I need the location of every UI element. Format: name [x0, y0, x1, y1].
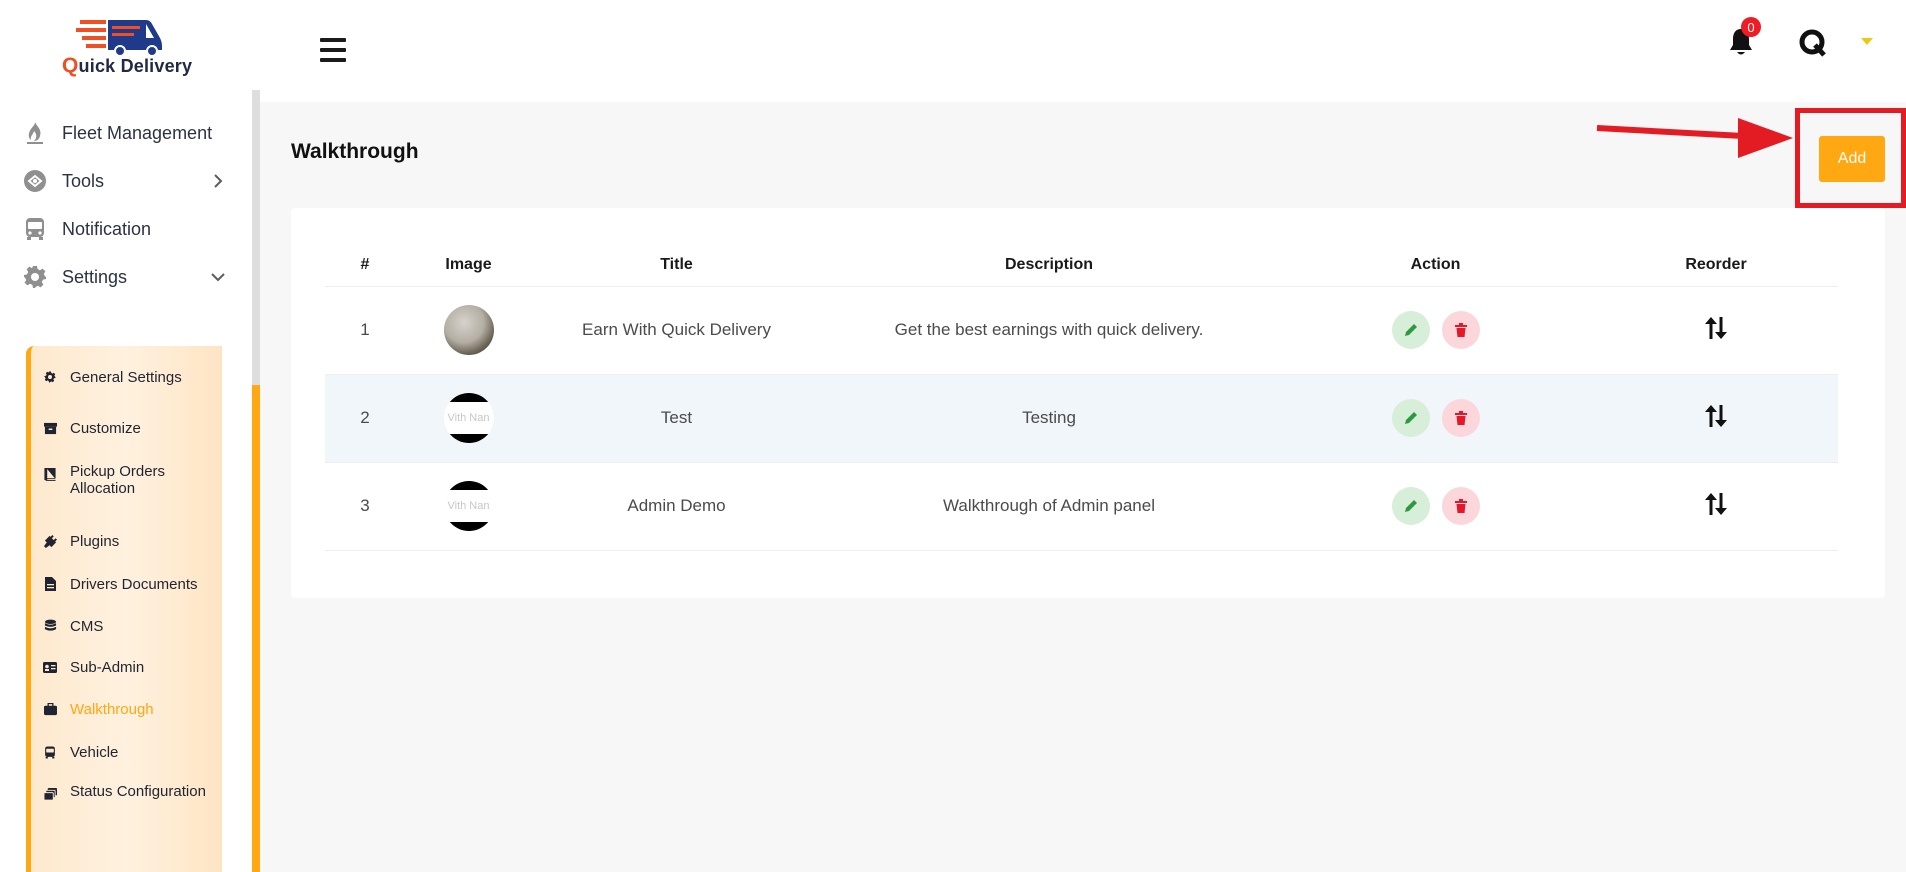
chevron-down-icon[interactable] [206, 265, 230, 289]
sidebar-item-label: General Settings [70, 368, 182, 386]
edit-button[interactable] [1391, 311, 1430, 349]
table-row: 1 Earn With Quick Delivery Get the best … [325, 286, 1838, 375]
edit-button[interactable] [1391, 399, 1430, 437]
page-title: Walkthrough [291, 140, 419, 163]
walkthrough-table-card: # Image Title Description Action Reorder… [291, 208, 1885, 598]
id-card-icon [41, 658, 59, 676]
sidebar-item-pickup-orders-allocation[interactable]: Pickup Orders Allocation [31, 463, 221, 499]
delete-button[interactable] [1441, 311, 1480, 349]
sidebar-item-sub-admin[interactable]: Sub-Admin [31, 654, 221, 680]
annotation-arrow-icon [1596, 118, 1793, 158]
sidebar-item-general-settings[interactable]: General Settings [31, 364, 221, 390]
column-header-number: # [325, 244, 405, 287]
sidebar-item-label: Walkthrough [70, 700, 154, 718]
gear-icon [41, 368, 59, 386]
user-avatar-icon[interactable] [1798, 28, 1828, 58]
table-header-row: # Image Title Description Action Reorder [325, 244, 1838, 287]
pencil-icon [1404, 412, 1417, 424]
table-row: 2 Vith Nan Test Testing [325, 374, 1838, 463]
top-header: 0 [260, 0, 1906, 102]
row-description: Testing [821, 374, 1277, 463]
delivery-truck-icon [76, 20, 162, 56]
sidebar-item-label: Pickup Orders Allocation [70, 463, 166, 497]
sidebar-item-walkthrough[interactable]: Walkthrough [31, 696, 221, 722]
chevron-right-icon[interactable] [206, 169, 230, 193]
reorder-icon[interactable] [1701, 401, 1731, 431]
sidebar-item-status-configuration[interactable]: Status Configuration [31, 783, 221, 819]
notification-count-badge: 0 [1741, 17, 1761, 37]
pencil-icon [1404, 500, 1417, 512]
row-number: 1 [325, 286, 405, 375]
sidebar-item-label: Vehicle [70, 743, 119, 761]
walkthrough-image: Vith Nan [443, 393, 494, 443]
sidebar-item-notification[interactable]: Notification [0, 206, 248, 252]
user-menu-caret-icon[interactable] [1861, 38, 1873, 45]
sidebar-item-label: Status Configuration [70, 783, 206, 800]
sidebar-item-fleet-management[interactable]: Fleet Management [0, 110, 248, 156]
archive-icon [41, 419, 59, 437]
brand-name: Quick Delivery [62, 54, 193, 77]
sidebar-item-label: Fleet Management [62, 122, 213, 143]
tools-icon [22, 168, 48, 194]
menu-toggle-icon[interactable] [320, 38, 346, 62]
sidebar-item-vehicle[interactable]: Vehicle [31, 739, 221, 765]
column-header-reorder: Reorder [1594, 244, 1838, 287]
table-row: 3 Vith Nan Admin Demo Walkthrough of Adm… [325, 462, 1838, 551]
sidebar-item-drivers-documents[interactable]: Drivers Documents [31, 571, 221, 597]
gear-icon [22, 264, 48, 290]
reorder-icon[interactable] [1701, 313, 1731, 343]
settings-submenu: General Settings Customize Pickup Orders… [26, 346, 222, 872]
bus-icon [41, 743, 59, 761]
row-number: 3 [325, 462, 405, 551]
delete-button[interactable] [1441, 399, 1480, 437]
sidebar-item-label: Settings [62, 266, 128, 287]
trash-icon [1454, 323, 1467, 337]
walkthrough-image [443, 305, 494, 355]
sidebar: Quick Delivery Fleet Management Tools No… [0, 0, 260, 872]
row-number: 2 [325, 374, 405, 463]
column-header-action: Action [1277, 244, 1594, 287]
sidebar-item-settings[interactable]: Settings [0, 254, 248, 300]
sidebar-item-label: Drivers Documents [70, 575, 198, 593]
sidebar-item-label: Tools [62, 170, 105, 191]
row-title: Admin Demo [532, 462, 821, 551]
column-header-image: Image [405, 244, 532, 287]
sidebar-item-label: Sub-Admin [70, 658, 145, 676]
sidebar-item-label: Plugins [70, 532, 120, 550]
plug-icon [41, 532, 59, 550]
main-content: Walkthrough Add # Image Title Descriptio… [260, 102, 1906, 872]
row-description: Walkthrough of Admin panel [821, 462, 1277, 551]
briefcase-icon [41, 700, 59, 718]
sidebar-item-cms[interactable]: CMS [31, 613, 221, 639]
sidebar-item-label: Notification [62, 218, 152, 239]
trash-icon [1454, 499, 1467, 513]
layers-icon [41, 785, 59, 803]
brand-logo[interactable]: Quick Delivery [62, 16, 193, 77]
trash-icon [1454, 411, 1467, 425]
reorder-icon[interactable] [1701, 489, 1731, 519]
row-title: Earn With Quick Delivery [532, 286, 821, 375]
walkthrough-image: Vith Nan [443, 481, 494, 531]
sidebar-item-label: Customize [70, 419, 141, 437]
walkthrough-table: # Image Title Description Action Reorder… [325, 244, 1838, 551]
flame-icon [22, 120, 48, 146]
pencil-icon [1404, 324, 1417, 336]
add-button[interactable]: Add [1819, 136, 1885, 182]
book-icon [41, 465, 59, 483]
sidebar-item-customize[interactable]: Customize [31, 415, 221, 441]
row-description: Get the best earnings with quick deliver… [821, 286, 1277, 375]
sidebar-scrollbar-thumb[interactable] [252, 385, 260, 872]
column-header-description: Description [821, 244, 1277, 287]
sidebar-item-tools[interactable]: Tools [0, 158, 248, 204]
file-icon [41, 575, 59, 593]
edit-button[interactable] [1391, 487, 1430, 525]
bus-icon [22, 216, 48, 242]
database-icon [41, 617, 59, 635]
sidebar-item-plugins[interactable]: Plugins [31, 528, 221, 554]
delete-button[interactable] [1441, 487, 1480, 525]
column-header-title: Title [532, 244, 821, 287]
sidebar-item-label: CMS [70, 617, 104, 635]
row-title: Test [532, 374, 821, 463]
